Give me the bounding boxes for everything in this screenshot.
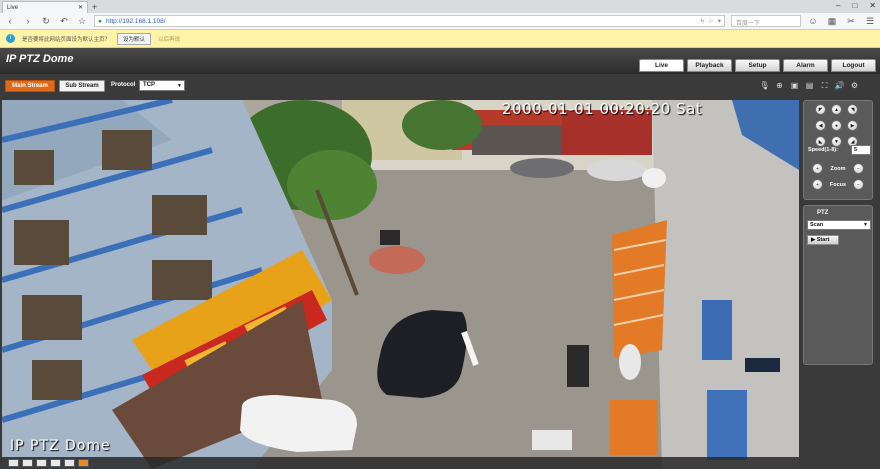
dropdown-icon[interactable]: ▾ [718,17,721,25]
info-icon: i [6,34,15,43]
zoom-out-icon[interactable]: − [853,163,864,174]
lock-icon: ● [98,17,102,25]
tab-playback[interactable]: Playback [687,59,732,72]
chevron-down-icon: ▼ [863,222,868,228]
search-input[interactable]: 百度一下 [731,15,801,27]
new-tab-icon[interactable]: + [92,2,97,13]
tab-alarm[interactable]: Alarm [783,59,828,72]
live-video[interactable]: 2000-01-01 00:20:20 Sat IP PTZ Dome [2,100,799,469]
record-icon[interactable]: ▤ [804,80,815,91]
main-stream-button[interactable]: Main Stream [5,80,55,92]
focus-label: Focus [829,181,847,188]
arrow-up-icon[interactable]: ▲ [831,104,842,115]
snapshot-status-icon[interactable] [36,459,47,467]
start-button[interactable]: ▶ Start [807,235,839,245]
arrow-right-icon[interactable]: ▶ [847,120,858,131]
app-header: IP PTZ Dome Live Playback Setup Alarm Lo… [0,48,880,74]
browser-tab-live[interactable]: Live ✕ [2,1,88,13]
arrow-up-left-icon[interactable]: ◤ [815,104,826,115]
camera-scene [2,100,799,469]
record-status-icon[interactable] [22,459,33,467]
browser-tab-strip: Live ✕ + – □ ✕ [0,0,880,13]
scan-value: Scan [810,222,824,228]
settings-icon[interactable]: ⚙ [849,80,860,91]
audio-status-icon[interactable] [50,459,61,467]
set-default-button[interactable]: 设为默认 [117,32,152,45]
menu-icon[interactable]: ☰ [864,15,876,27]
bookmark-star-icon[interactable]: ☆ [708,17,714,25]
center-home-icon[interactable]: ● [831,120,842,131]
osd-camera-name: IP PTZ Dome [10,438,111,454]
speed-label: Speed(1-8): [808,147,838,153]
focus-in-icon[interactable]: + [812,179,823,190]
emoji-icon[interactable]: ☺ [807,15,819,27]
main-menu: Live Playback Setup Alarm Logout [639,59,876,72]
maximize-icon[interactable]: □ [852,0,857,12]
brand-title: IP PTZ Dome [6,53,74,65]
ptz-direction-panel: ◤ ▲ ◥ ◀ ● ▶ ◣ ▼ ◢ Speed(1-8): 5 + Zoom −… [803,100,873,200]
arrow-up-right-icon[interactable]: ◥ [847,104,858,115]
talk-status-icon[interactable] [64,459,75,467]
video-status-bar [2,457,799,469]
reload-icon[interactable]: ↻ [40,15,52,27]
dismiss-link[interactable]: 以后再说 [158,35,180,43]
video-tool-icons: 🎙 ⊕ ▣ ▤ ⛶ 🔊 ⚙ [759,80,860,91]
start-label: Start [816,237,830,243]
play-icon: ▶ [811,237,816,243]
window-controls: – □ ✕ [836,0,876,12]
protocol-select[interactable]: TCP ▼ [139,80,185,91]
arrow-down-icon[interactable]: ▼ [831,136,842,147]
fullscreen-icon[interactable]: ⛶ [819,80,830,91]
address-bar[interactable]: ● http://192.168.1.108/ ϟ ☆ ▾ [94,15,725,27]
close-window-icon[interactable]: ✕ [869,0,876,12]
browser-right-icons: ☺ ▦ ✂ ☰ [807,15,876,27]
sub-stream-button[interactable]: Sub Stream [59,80,105,92]
chevron-down-icon: ▼ [177,83,182,89]
star-icon[interactable]: ☆ [76,15,88,27]
arrow-down-left-icon[interactable]: ◣ [815,136,826,147]
close-tab-icon[interactable]: ✕ [78,4,83,11]
cut-icon[interactable]: ✂ [845,15,857,27]
speed-select[interactable]: 5 [851,145,871,155]
back-icon[interactable]: ‹ [4,15,16,27]
snapshot-icon[interactable]: ▣ [789,80,800,91]
volume-icon[interactable]: 🔊 [834,80,845,91]
tab-title: Live [7,4,19,11]
bolt-icon[interactable]: ϟ [700,18,703,25]
camera-app: IP PTZ Dome Live Playback Setup Alarm Lo… [0,48,880,469]
tab-logout[interactable]: Logout [831,59,876,72]
alarm-status-icon[interactable] [78,459,89,467]
browser-nav-bar: ‹ › ↻ ↶ ☆ ● http://192.168.1.108/ ϟ ☆ ▾ … [0,13,880,30]
direction-pad: ◤ ▲ ◥ ◀ ● ▶ ◣ ▼ ◢ [815,104,858,147]
address-text: http://192.168.1.108/ [105,17,166,25]
ptz-function-select[interactable]: Scan ▼ [807,220,871,230]
stream-toolbar: Main Stream Sub Stream Protocol TCP ▼ 🎙 … [0,74,880,100]
protocol-value: TCP [143,82,155,88]
protocol-label: Protocol [111,82,136,88]
undo-icon[interactable]: ↶ [58,15,70,27]
focus-out-icon[interactable]: − [853,179,864,190]
minimize-icon[interactable]: – [836,0,840,12]
tab-setup[interactable]: Setup [735,59,780,72]
osd-timestamp: 2000-01-01 00:20:20 Sat [502,100,703,118]
ptz-section-label: PTZ [817,210,829,216]
channel-icon[interactable] [8,459,19,467]
focus-row: + Focus − [812,179,864,190]
tab-live[interactable]: Live [639,59,684,72]
zoom-row: + Zoom − [812,163,864,174]
zoom-label: Zoom [830,165,846,172]
notice-text: 是否要将此网站页面设为默认主页？ [22,36,111,43]
microphone-icon[interactable]: 🎙 [759,80,770,91]
zoom-in-icon[interactable]: + [812,163,823,174]
ptz-panel: ◤ ▲ ◥ ◀ ● ▶ ◣ ▼ ◢ Speed(1-8): 5 + Zoom −… [803,100,876,469]
notification-bar: i 是否要将此网站页面设为默认主页？ 设为默认 以后再说 [0,30,880,48]
arrow-left-icon[interactable]: ◀ [815,120,826,131]
forward-icon[interactable]: › [22,15,34,27]
grid-icon[interactable]: ▦ [826,15,838,27]
zoom-icon[interactable]: ⊕ [774,80,785,91]
ptz-function-panel: PTZ Scan ▼ ▶ Start [803,205,873,365]
